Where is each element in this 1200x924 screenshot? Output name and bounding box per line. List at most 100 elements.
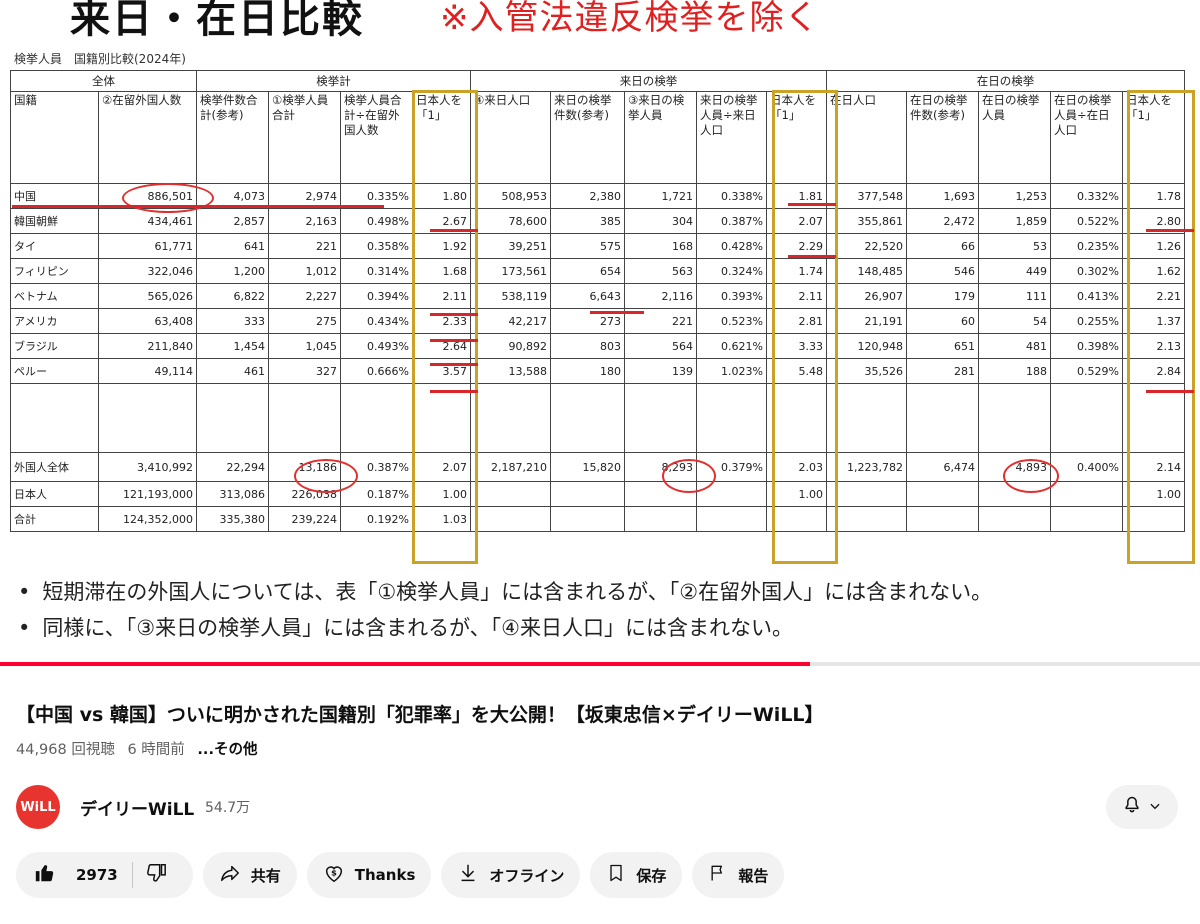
table-cell: 239,224 bbox=[268, 506, 341, 532]
chevron-down-icon bbox=[1148, 798, 1162, 817]
table-cell bbox=[978, 481, 1051, 507]
table-cell bbox=[196, 383, 269, 453]
table-cell bbox=[550, 506, 625, 532]
table-row: ペルー 49,114 461 327 0.666% 3.57 13,588 180 139 1.0… bbox=[10, 358, 1185, 384]
table-cell: 0.235% bbox=[1050, 233, 1123, 259]
channel-name[interactable]: デイリーWiLL bbox=[80, 795, 194, 820]
offline-button[interactable]: オフライン bbox=[441, 852, 581, 898]
table-cell: 6,822 bbox=[196, 283, 269, 309]
column-header: ③来日の検挙人員 bbox=[624, 91, 697, 184]
table-cell: 6,474 bbox=[906, 452, 979, 482]
table-cell: 0.187% bbox=[340, 481, 413, 507]
table-cell: 1,454 bbox=[196, 333, 269, 359]
thumbs-down-icon bbox=[145, 862, 177, 888]
table-row: タイ 61,771 641 221 0.358% 1.92 39,251 575 168 0.42… bbox=[10, 233, 1185, 259]
table-cell bbox=[624, 481, 697, 507]
table-cell: 1,721 bbox=[624, 183, 697, 209]
upload-age: 6 時間前 bbox=[127, 742, 185, 758]
table-cell: 0.302% bbox=[1050, 258, 1123, 284]
table-cell: 0.523% bbox=[696, 308, 767, 334]
group-header-zainichi: 在日の検挙 bbox=[826, 70, 1185, 92]
table-cell: 0.398% bbox=[1050, 333, 1123, 359]
table-cell bbox=[696, 383, 767, 453]
video-player[interactable]: 来日・在日比較 ※入管法違反検挙を除く 検挙人員 国籍別比較(2024年) 全体… bbox=[0, 0, 1200, 665]
table-cell: 1.92 bbox=[412, 233, 471, 259]
flag-icon bbox=[708, 863, 738, 887]
table-cell: 0.324% bbox=[696, 258, 767, 284]
row-label: ベトナム bbox=[10, 283, 99, 309]
table-cell: 53 bbox=[978, 233, 1051, 259]
table-cell bbox=[470, 383, 551, 453]
table-cell bbox=[906, 481, 979, 507]
table-cell: 124,352,000 bbox=[98, 506, 197, 532]
more-link[interactable]: ...その他 bbox=[197, 742, 257, 758]
table-cell: 0.493% bbox=[340, 333, 413, 359]
table-cell: 21,191 bbox=[826, 308, 907, 334]
table-cell bbox=[550, 383, 625, 453]
table-cell: 0.335% bbox=[340, 183, 413, 209]
avatar[interactable]: WiLL bbox=[16, 785, 60, 829]
table-cell: 1.26 bbox=[1122, 233, 1185, 259]
notification-button[interactable] bbox=[1106, 785, 1178, 829]
thanks-button[interactable]: $ Thanks bbox=[306, 852, 432, 898]
dislike-button[interactable] bbox=[133, 852, 193, 898]
table-cell: 221 bbox=[624, 308, 697, 334]
table-cell: 313,086 bbox=[196, 481, 269, 507]
table-cell: 563 bbox=[624, 258, 697, 284]
table-cell: 0.192% bbox=[340, 506, 413, 532]
table-cell: 2.03 bbox=[766, 452, 827, 482]
table-cell: 281 bbox=[906, 358, 979, 384]
report-label: 報告 bbox=[738, 866, 769, 885]
table-cell: 78,600 bbox=[470, 208, 551, 234]
table-cell: 564 bbox=[624, 333, 697, 359]
save-button[interactable]: 保存 bbox=[590, 852, 683, 898]
table-cell: 1.78 bbox=[1122, 183, 1185, 209]
table-cell: 42,217 bbox=[470, 308, 551, 334]
table-cell: 49,114 bbox=[98, 358, 197, 384]
table-cell: 1.023% bbox=[696, 358, 767, 384]
table-cell: 1,012 bbox=[268, 258, 341, 284]
table-spacer-row bbox=[10, 383, 1185, 453]
table-cell: 0.332% bbox=[1050, 183, 1123, 209]
table-cell: 1,200 bbox=[196, 258, 269, 284]
column-header: 在日の検挙人員 bbox=[978, 91, 1051, 184]
video-meta: 44,968 回視聴 6 時間前 ...その他 bbox=[16, 738, 265, 759]
table-row: 韓国朝鮮 434,461 2,857 2,163 0.498% 2.67 78,600 385… bbox=[10, 208, 1185, 234]
table-cell: 1.00 bbox=[766, 481, 827, 507]
table-cell: 2.80 bbox=[1122, 208, 1185, 234]
table-cell: 35,526 bbox=[826, 358, 907, 384]
table-cell bbox=[906, 383, 979, 453]
view-count: 44,968 回視聴 bbox=[16, 742, 115, 758]
table-cell bbox=[1050, 506, 1123, 532]
share-button[interactable]: 共有 bbox=[202, 852, 297, 898]
arrest-comparison-table: 全体 検挙計 来日の検挙 在日の検挙 国籍 ②在留外国人数 検挙件数合計(参考) ①検… bbox=[10, 70, 1185, 532]
progress-bar[interactable] bbox=[0, 662, 1200, 666]
table-cell: 2.29 bbox=[766, 233, 827, 259]
table-cell: 304 bbox=[624, 208, 697, 234]
column-header: 来日の検挙件数(参考) bbox=[550, 91, 625, 184]
column-header: 日本人を「1」 bbox=[412, 91, 471, 184]
column-header: 日本人を「1」 bbox=[1122, 91, 1185, 184]
action-bar: 2973 共有 $ Thanks オフライン 保存 報告 bbox=[16, 852, 785, 898]
table-cell: 0.393% bbox=[696, 283, 767, 309]
column-header: 日本人を「1」 bbox=[766, 91, 827, 184]
table-cell: 2,857 bbox=[196, 208, 269, 234]
table-cell bbox=[766, 383, 827, 453]
column-header: ①検挙人員合計 bbox=[268, 91, 341, 184]
table-cell: 0.413% bbox=[1050, 283, 1123, 309]
table-cell: 565,026 bbox=[98, 283, 197, 309]
table-cell: 2,472 bbox=[906, 208, 979, 234]
report-button[interactable]: 報告 bbox=[692, 852, 785, 898]
table-cell bbox=[906, 506, 979, 532]
table-cell: 3.33 bbox=[766, 333, 827, 359]
group-header-arrest-total: 検挙計 bbox=[196, 70, 471, 92]
table-cell: 2.11 bbox=[766, 283, 827, 309]
column-header: 来日の検挙人員÷来日人口 bbox=[696, 91, 767, 184]
like-button[interactable]: 2973 bbox=[16, 852, 132, 898]
table-cell: 3.57 bbox=[412, 358, 471, 384]
like-dislike-group: 2973 bbox=[16, 852, 193, 898]
column-header: 国籍 bbox=[10, 91, 99, 184]
table-cell bbox=[470, 506, 551, 532]
table-cell: 121,193,000 bbox=[98, 481, 197, 507]
table-cell: 179 bbox=[906, 283, 979, 309]
